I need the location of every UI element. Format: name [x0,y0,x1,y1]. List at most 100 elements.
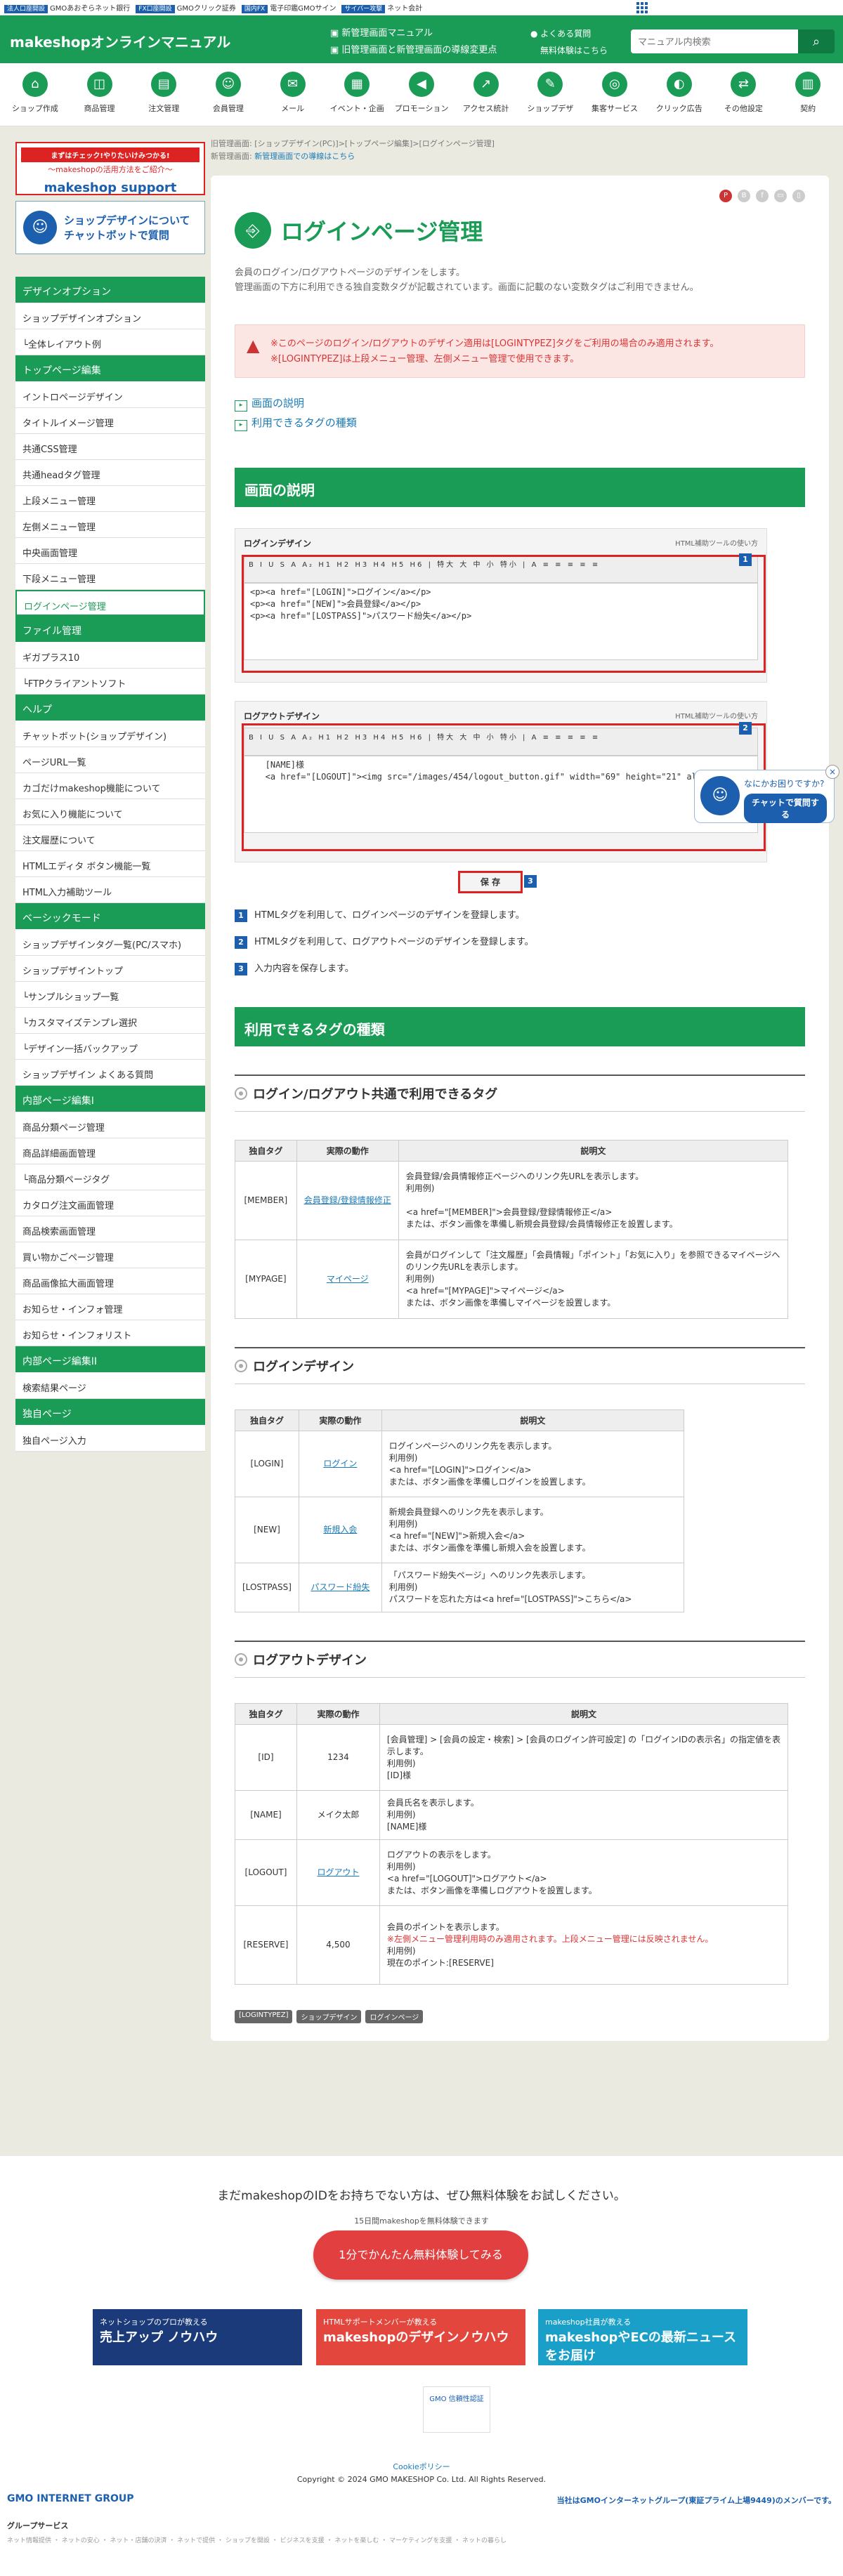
sidebar-item[interactable]: 検索結果ページ [15,1373,205,1399]
sidebar-item[interactable]: 独自ページ入力 [15,1426,205,1452]
toc-link[interactable]: 画面の説明 [235,393,805,413]
sidebar-heading[interactable]: デザインオプション [15,277,205,303]
sidebar-heading[interactable]: ファイル管理 [15,616,205,643]
sidebar-item[interactable]: └商品分類ページタグ [15,1164,205,1190]
sidebar-item[interactable]: └カスタマイズテンプレ選択 [15,1008,205,1034]
action-cell[interactable]: マイページ [296,1240,399,1319]
nav-ads[interactable]: ◐ クリック広告 [647,67,712,126]
sidebar-item[interactable]: ページURL一覧 [15,747,205,773]
gmo-logo[interactable]: GMO INTERNET GROUP [7,2493,134,2504]
new-path-link[interactable]: 新管理画面での導線はこちら [254,152,355,161]
design-banner[interactable]: HTMLサポートメンバーが教える makeshopのデザインノウハウ [316,2309,525,2365]
chat-widget[interactable]: ☺ × なにかお困りですか? チャットで質問する [694,765,839,823]
new-manual-link[interactable]: ▣ 新管理画面マニュアル [330,25,497,42]
sidebar-item[interactable]: 商品検索画面管理 [15,1216,205,1242]
sidebar-item[interactable]: 商品詳細画面管理 [15,1138,205,1164]
facebook-icon[interactable]: f [756,190,769,202]
grid-menu-icon[interactable] [636,2,648,13]
sidebar-item[interactable]: ショップデザインオプション [15,303,205,329]
sidebar-item[interactable]: 注文履歴について [15,825,205,851]
sidebar-item[interactable]: 左側メニュー管理 [15,512,205,538]
sidebar-item[interactable]: 下段メニュー管理 [15,564,205,590]
gmo-item[interactable]: サイバー攻撃 ネット会計 [341,2,422,13]
sidebar-item[interactable]: └全体レイアウト例 [15,329,205,355]
sidebar-item[interactable]: カゴだけmakeshop機能について [15,773,205,799]
sidebar-item[interactable]: 共通headタグ管理 [15,460,205,486]
gmo-item[interactable]: FX口座開設 GMOクリック証券 [136,2,236,13]
news-banner[interactable]: makeshop社員が教える makeshopやECの最新ニュースをお届け [538,2309,747,2365]
nav-design[interactable]: ✎ ショップデザ [518,67,583,126]
sidebar-item[interactable]: 商品分類ページ管理 [15,1112,205,1138]
sidebar-item[interactable]: └FTPクライアントソフト [15,669,205,695]
sidebar-item[interactable]: 共通CSS管理 [15,434,205,460]
sidebar-item[interactable]: ショップデザインタグ一覧(PC/スマホ) [15,930,205,956]
sidebar-item[interactable]: タイトルイメージ管理 [15,408,205,434]
search-input[interactable] [631,29,798,53]
nav-mail[interactable]: ✉ メール [261,67,325,126]
nav-products[interactable]: ◫ 商品管理 [67,67,132,126]
faq-link[interactable]: ● よくある質問 [530,25,608,42]
nav-stats[interactable]: ↗ アクセス統計 [454,67,518,126]
action-cell[interactable]: ログアウト [296,1839,380,1906]
search-button[interactable]: ⌕ [798,29,835,53]
sidebar-heading[interactable]: ヘルプ [15,695,205,721]
chat-button[interactable]: チャットで質問する [744,794,827,823]
sidebar-item[interactable]: お知らせ・インフォリスト [15,1320,205,1346]
sidebar-item[interactable]: 商品画像拡大画面管理 [15,1268,205,1294]
sidebar-heading[interactable]: ベーシックモード [15,903,205,930]
action-cell[interactable]: 会員登録/登録情報修正 [296,1161,399,1240]
sidebar-item[interactable]: イントロページデザイン [15,382,205,408]
support-banner[interactable]: まずはチェック!やりたいけみつかる! 〜makeshopの活用方法をご紹介〜 m… [15,142,205,195]
sidebar-item[interactable]: └デザイン一括バックアップ [15,1034,205,1060]
sidebar-item[interactable]: 中央画面管理 [15,538,205,564]
sidebar-item[interactable]: HTML入力補助ツール [15,877,205,903]
gmo-item[interactable]: 国内FX 電子印鑑GMOサイン [241,2,336,13]
nav-events[interactable]: ▦ イベント・企画 [325,67,389,126]
tag[interactable]: [LOGINTYPEZ] [235,2010,293,2023]
action-cell[interactable]: ログイン [298,1431,382,1497]
sidebar-item[interactable]: HTMLエディタ ボタン機能一覧 [15,851,205,877]
hatena-icon[interactable]: B [738,190,750,202]
action-cell[interactable]: 1234 [296,1724,380,1791]
nav-shop[interactable]: ⌂ ショップ作成 [3,67,67,126]
sidebar-item[interactable]: チャットボット(ショップデザイン) [15,721,205,747]
cookie-link[interactable]: Cookieポリシー [393,2462,450,2471]
nav-orders[interactable]: ▤ 注文管理 [131,67,196,126]
nav-promo[interactable]: ◀ プロモーション [389,67,454,126]
gmo-item[interactable]: 法人口座開設 GMOあおぞらネット銀行 [4,2,130,13]
sidebar-heading[interactable]: 内部ページ編集I [15,1086,205,1112]
sidebar-heading[interactable]: トップページ編集 [15,355,205,382]
print-icon[interactable]: ▭ [774,190,787,202]
toc-link[interactable]: 利用できるタグの種類 [235,413,805,433]
sidebar-heading[interactable]: 内部ページ編集II [15,1346,205,1373]
tag[interactable]: ログインページ [365,2010,424,2023]
knowhow-banner[interactable]: ネットショップのプロが教える 売上アップ ノウハウ [93,2309,302,2365]
trial-link[interactable]: 無料体験はこちら [530,42,608,59]
sidebar-item[interactable]: お知らせ・インフォ管理 [15,1294,205,1320]
nav-contract[interactable]: ▥ 契約 [776,67,840,126]
close-icon[interactable]: × [825,765,839,779]
free-trial-button[interactable]: 1分でかんたん無料体験してみる [313,2230,528,2280]
action-cell[interactable]: パスワード紛失 [298,1563,382,1612]
sidebar-item[interactable]: カタログ注文画面管理 [15,1190,205,1216]
chatbot-banner[interactable]: ☺ ショップデザインについてチャットボットで質問 [15,201,205,254]
nav-marketing[interactable]: ◎ 集客サービス [582,67,647,126]
sidebar-item[interactable]: お気に入り機能について [15,799,205,825]
sidebar-item[interactable]: └サンプルショップ一覧 [15,982,205,1008]
pinterest-icon[interactable]: P [719,190,732,202]
sidebar-item[interactable]: ギガプラス10 [15,643,205,669]
nav-settings[interactable]: ⇄ その他設定 [712,67,776,126]
action-cell[interactable]: 新規入会 [298,1497,382,1563]
nav-members[interactable]: ☺ 会員管理 [196,67,261,126]
sidebar-item[interactable]: ログインページ管理 [15,590,205,616]
diff-link[interactable]: ▣ 旧管理画面と新管理画面の導線変更点 [330,42,497,59]
action-cell[interactable]: 4,500 [296,1905,380,1985]
sidebar-item[interactable]: ショップデザイン よくある質問 [15,1060,205,1086]
mobile-icon[interactable]: ▯ [792,190,805,202]
site-logo[interactable]: makeshopオンラインマニュアル [10,31,230,51]
sidebar-item[interactable]: 買い物かごページ管理 [15,1242,205,1268]
tag[interactable]: ショップデザイン [296,2010,362,2023]
sidebar-item[interactable]: 上段メニュー管理 [15,486,205,512]
trust-seal[interactable]: GMO 信頼性認証 [423,2386,490,2433]
action-cell[interactable]: メイク太郎 [296,1790,380,1840]
